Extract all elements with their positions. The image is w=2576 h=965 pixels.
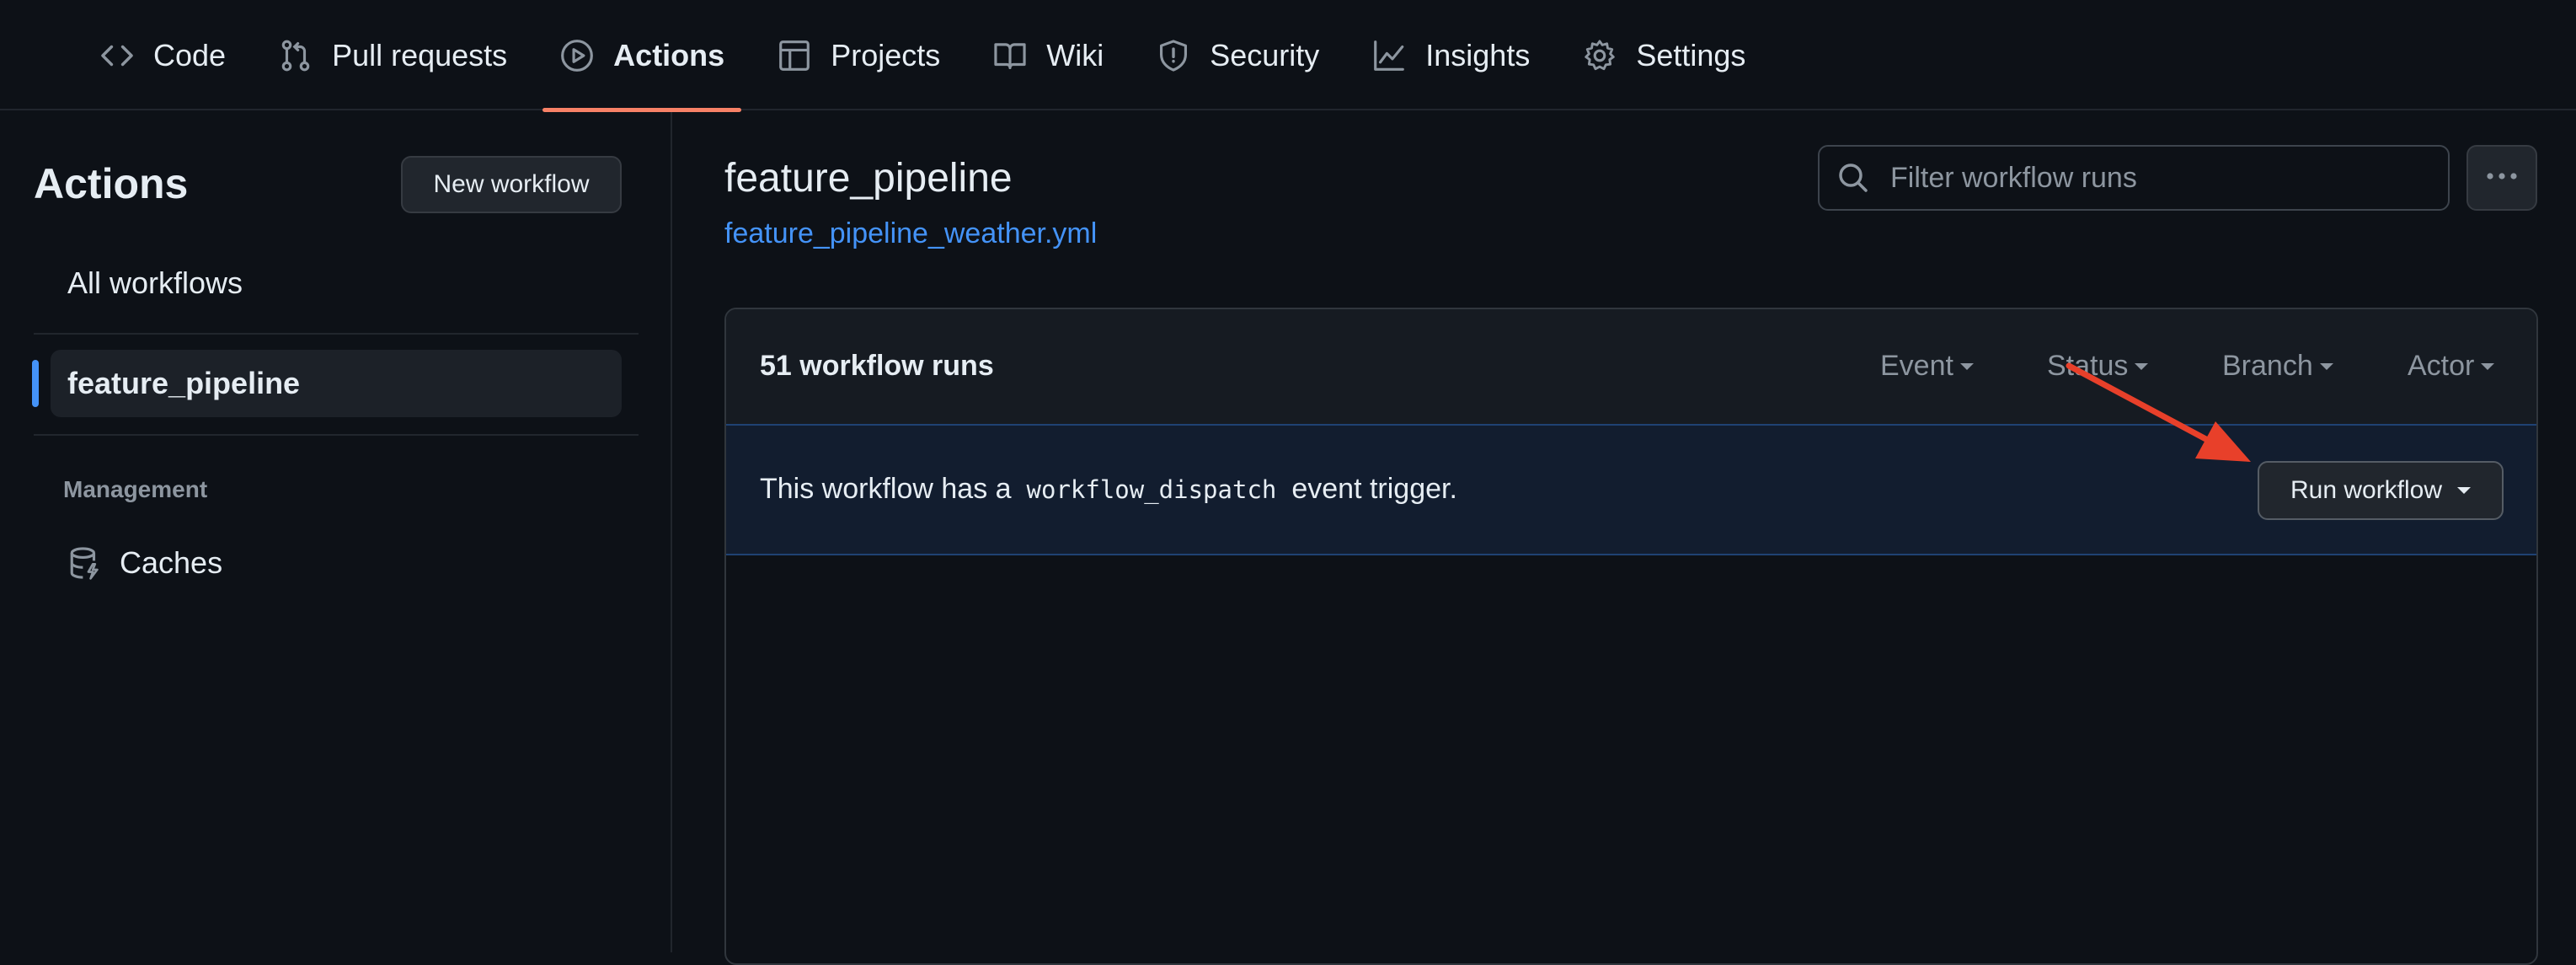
- shield-icon: [1156, 38, 1191, 73]
- caret-down-icon: [2457, 487, 2472, 494]
- workflow-title: feature_pipeline: [724, 156, 1013, 201]
- dispatch-banner: This workflow has a workflow_dispatch ev…: [726, 424, 2536, 555]
- run-workflow-label: Run workflow: [2290, 476, 2443, 504]
- branch-filter-label: Branch: [2222, 350, 2313, 382]
- kebab-horizontal-icon: [2485, 170, 2519, 185]
- tab-insights-label: Insights: [1425, 37, 1531, 72]
- runs-header: 51 workflow runs Event Status Branch Act…: [726, 309, 2536, 424]
- tab-security[interactable]: Security: [1139, 0, 1336, 110]
- tab-pull-requests-label: Pull requests: [332, 37, 508, 72]
- run-workflow-button[interactable]: Run workflow: [2258, 461, 2504, 520]
- sidebar-item-caches[interactable]: Caches: [67, 542, 222, 584]
- gear-icon: [1582, 38, 1617, 73]
- event-filter-dropdown[interactable]: Event: [1880, 350, 1974, 383]
- management-heading: Management: [63, 476, 208, 502]
- tab-actions[interactable]: Actions: [542, 0, 742, 112]
- tab-security-label: Security: [1210, 37, 1320, 72]
- branch-filter-dropdown[interactable]: Branch: [2222, 350, 2333, 383]
- tab-projects[interactable]: Projects: [760, 0, 957, 110]
- actor-filter-label: Actor: [2408, 350, 2475, 382]
- actor-filter-dropdown[interactable]: Actor: [2408, 350, 2495, 383]
- filter-runs-field[interactable]: [1818, 145, 2450, 211]
- search-icon: [1836, 161, 1870, 195]
- sidebar-divider: [34, 333, 639, 335]
- repo-nav: Code Pull requests Actions Projects Wiki…: [0, 0, 2576, 112]
- workflow-file-link[interactable]: feature_pipeline_weather.yml: [724, 217, 1097, 250]
- database-icon: [67, 545, 103, 581]
- sidebar-title: Actions: [34, 160, 189, 207]
- dispatch-event-code: workflow_dispatch: [1026, 475, 1277, 504]
- caret-down-icon: [1959, 362, 1974, 370]
- more-options-button[interactable]: [2466, 145, 2537, 211]
- sidebar-item-all-workflows[interactable]: All workflows: [67, 265, 243, 301]
- caret-down-icon: [2319, 362, 2333, 370]
- tab-settings[interactable]: Settings: [1565, 0, 1762, 110]
- tab-wiki-label: Wiki: [1046, 37, 1104, 72]
- sidebar-item-feature-pipeline[interactable]: feature_pipeline: [51, 350, 622, 417]
- dispatch-suffix: event trigger.: [1291, 473, 1457, 505]
- new-workflow-button[interactable]: New workflow: [401, 156, 622, 213]
- tab-projects-label: Projects: [831, 37, 941, 72]
- runs-count: 51 workflow runs: [760, 350, 994, 382]
- tab-code[interactable]: Code: [83, 0, 243, 110]
- tab-wiki[interactable]: Wiki: [975, 0, 1120, 110]
- caret-down-icon: [2135, 362, 2149, 370]
- code-icon: [99, 38, 135, 73]
- event-filter-label: Event: [1880, 350, 1953, 382]
- graph-icon: [1371, 38, 1407, 73]
- filter-runs-input[interactable]: [1890, 161, 2448, 195]
- sidebar-divider: [34, 434, 639, 436]
- actions-sidebar: Actions New workflow All workflows featu…: [0, 112, 672, 952]
- workflow-runs-panel: 51 workflow runs Event Status Branch Act…: [724, 308, 2538, 965]
- dispatch-prefix: This workflow has a: [760, 473, 1012, 505]
- table-icon: [777, 38, 812, 73]
- book-icon: [992, 38, 1028, 73]
- status-filter-label: Status: [2047, 350, 2129, 382]
- tab-code-label: Code: [153, 37, 227, 72]
- tab-settings-label: Settings: [1636, 37, 1746, 72]
- dispatch-message: This workflow has a workflow_dispatch ev…: [760, 473, 1457, 506]
- status-filter-dropdown[interactable]: Status: [2047, 350, 2149, 383]
- sidebar-item-label: feature_pipeline: [67, 366, 301, 400]
- tab-pull-requests[interactable]: Pull requests: [261, 0, 524, 110]
- caches-label: Caches: [120, 545, 223, 580]
- play-icon: [559, 38, 595, 73]
- caret-down-icon: [2481, 362, 2495, 370]
- tab-actions-label: Actions: [613, 37, 725, 72]
- git-pull-request-icon: [278, 38, 313, 73]
- active-item-marker: [32, 360, 39, 407]
- tab-insights[interactable]: Insights: [1355, 0, 1547, 110]
